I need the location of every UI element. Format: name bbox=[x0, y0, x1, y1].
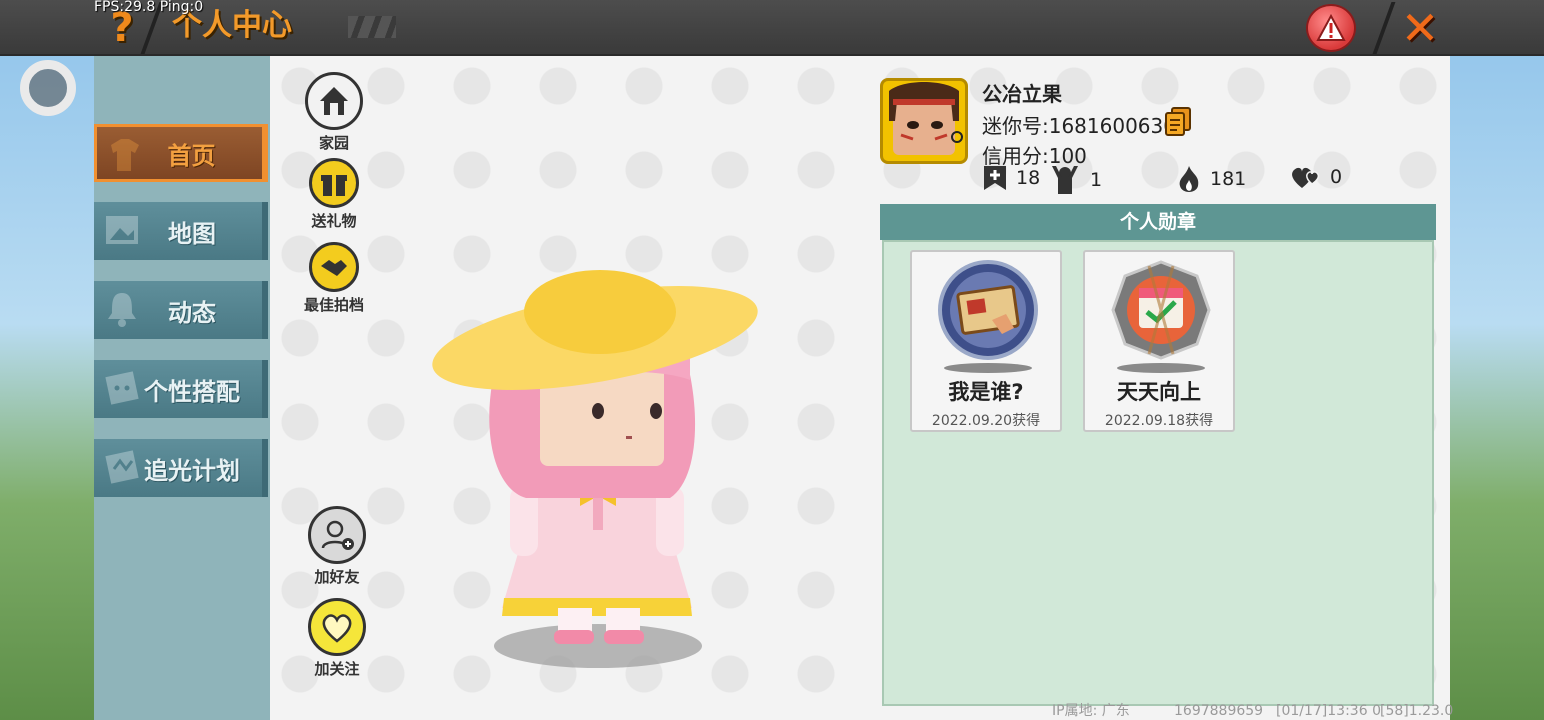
badge-name: 我是谁? bbox=[948, 380, 1024, 404]
sidebar-item-home[interactable]: 首页 bbox=[94, 124, 268, 182]
badge-daily-progress-icon bbox=[1111, 260, 1211, 373]
gift-icon bbox=[309, 158, 359, 208]
character-model bbox=[432, 270, 758, 668]
avatar[interactable] bbox=[880, 78, 968, 164]
close-icon: ✕ bbox=[1400, 1, 1440, 55]
heart-icon bbox=[308, 598, 366, 656]
sidebar-item-map[interactable]: 地图 bbox=[94, 202, 268, 260]
sidebar-item-feed[interactable]: 动态 bbox=[94, 281, 268, 339]
best-partner-button[interactable]: 最佳拍档 bbox=[294, 242, 374, 315]
partner-label: 最佳拍档 bbox=[303, 296, 364, 314]
stat-fans[interactable]: 1 bbox=[1048, 164, 1102, 196]
stat-posts-value: 18 bbox=[1016, 167, 1041, 189]
stat-likes[interactable]: 0 bbox=[1290, 164, 1342, 190]
home-label: 家园 bbox=[318, 134, 349, 152]
stat-likes-value: 0 bbox=[1330, 166, 1343, 188]
send-gift-button[interactable]: 送礼物 bbox=[294, 158, 374, 231]
add-user-icon bbox=[308, 506, 366, 564]
ip-location: IP属地: 广东 bbox=[1052, 703, 1130, 719]
user-uid: 1697889659 bbox=[1174, 703, 1264, 719]
report-button[interactable] bbox=[1306, 4, 1356, 52]
badge-section-title: 个人勋章 bbox=[880, 204, 1436, 240]
stat-fans-value: 1 bbox=[1090, 169, 1103, 191]
handshake-icon bbox=[309, 242, 359, 292]
fps-readout: FPS:29.8 Ping:0 bbox=[94, 0, 204, 15]
badge-name: 天天向上 bbox=[1117, 380, 1201, 404]
stat-heat[interactable]: 181 bbox=[1176, 164, 1246, 194]
bookmark-plus-icon bbox=[984, 166, 1006, 190]
badge-card[interactable]: 我是谁? 2022.09.20获得 bbox=[910, 250, 1062, 432]
sidebar-item-label: 首页 bbox=[167, 141, 216, 170]
badge-who-am-i-icon bbox=[938, 260, 1038, 373]
profile-name: 公冶立果 bbox=[982, 82, 1062, 106]
follow-label: 加关注 bbox=[314, 660, 360, 678]
gift-label: 送礼物 bbox=[311, 212, 357, 230]
flame-icon bbox=[1179, 166, 1199, 192]
sidebar: 首页 地图 动态 个性搭配 追光计划 bbox=[94, 56, 270, 720]
house-icon bbox=[305, 72, 363, 130]
badge-icon bbox=[105, 450, 139, 484]
timestamp: [01/17]13:36 0 bbox=[1276, 703, 1381, 719]
warning-icon bbox=[1316, 14, 1346, 41]
bell-icon bbox=[108, 293, 136, 327]
badge-card[interactable]: 天天向上 2022.09.18获得 bbox=[1083, 250, 1235, 432]
top-bar: ? 个人中心 ✕ bbox=[0, 0, 1544, 56]
sidebar-item-label: 地图 bbox=[168, 219, 216, 248]
map-icon bbox=[106, 216, 138, 244]
stat-heat-value: 181 bbox=[1210, 168, 1247, 190]
home-button[interactable]: 家园 bbox=[294, 72, 374, 153]
shirt-icon bbox=[111, 139, 139, 171]
avatar-image bbox=[889, 82, 963, 155]
mini-id: 迷你号:1681600630 bbox=[982, 114, 1176, 138]
add-friend-label: 加好友 bbox=[314, 568, 360, 586]
sidebar-item-label: 追光计划 bbox=[144, 456, 240, 485]
decorative-stripe bbox=[348, 16, 396, 38]
avatar-icon bbox=[105, 371, 139, 405]
sidebar-item-outfit[interactable]: 个性搭配 bbox=[94, 360, 268, 418]
add-friend-button[interactable]: 加好友 bbox=[297, 506, 377, 587]
sidebar-item-label: 个性搭配 bbox=[144, 377, 240, 406]
hearts-icon bbox=[1292, 167, 1320, 188]
sidebar-item-chase-light[interactable]: 追光计划 bbox=[94, 439, 268, 497]
sidebar-item-label: 动态 bbox=[168, 298, 216, 327]
badge-date: 2022.09.18获得 bbox=[1104, 413, 1214, 429]
stat-posts[interactable]: 18 bbox=[982, 164, 1040, 192]
follow-button[interactable]: 加关注 bbox=[297, 598, 377, 679]
divider bbox=[1372, 2, 1396, 54]
cheer-icon bbox=[1052, 166, 1078, 194]
version: [58]1.23.0 bbox=[1380, 703, 1454, 719]
close-button[interactable]: ✕ bbox=[1396, 4, 1444, 52]
badge-date: 2022.09.20获得 bbox=[931, 413, 1041, 429]
record-button[interactable] bbox=[20, 60, 76, 116]
copy-icon[interactable] bbox=[1164, 106, 1192, 136]
